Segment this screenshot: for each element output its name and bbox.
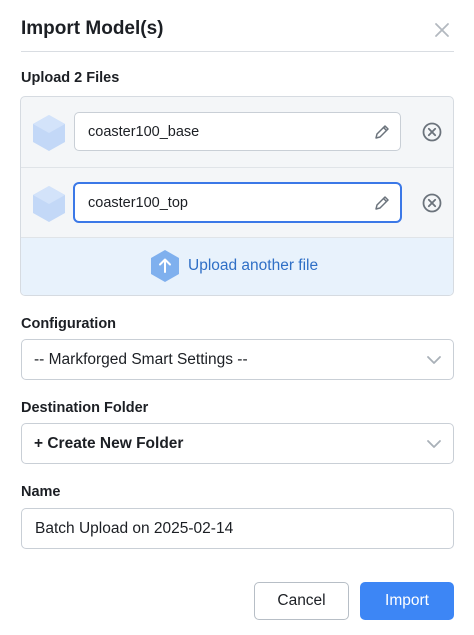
upload-files-label: Upload 2 Files (21, 70, 120, 86)
destination-folder-label: Destination Folder (21, 400, 149, 416)
edit-pencil-icon[interactable] (373, 123, 391, 141)
dialog-title: Import Model(s) (21, 18, 164, 39)
chevron-down-icon (427, 440, 441, 448)
batch-name-input[interactable] (21, 508, 454, 549)
name-label: Name (21, 484, 61, 500)
model-cube-icon (33, 115, 65, 151)
file-list: Upload another file (20, 96, 454, 296)
configuration-select[interactable]: -- Markforged Smart Settings -- (21, 339, 454, 380)
cancel-button[interactable]: Cancel (254, 582, 349, 620)
remove-file-icon[interactable] (421, 121, 443, 143)
import-button[interactable]: Import (360, 582, 454, 620)
chevron-down-icon (427, 356, 441, 364)
destination-folder-value: + Create New Folder (34, 435, 184, 452)
configuration-value: -- Markforged Smart Settings -- (34, 351, 248, 368)
model-cube-icon (33, 186, 65, 222)
upload-another-file-label: Upload another file (188, 257, 319, 274)
upload-arrow-icon (151, 250, 179, 282)
file-name-input[interactable] (74, 183, 401, 222)
configuration-label: Configuration (21, 316, 117, 332)
upload-another-file-button[interactable]: Upload another file (21, 237, 453, 295)
file-name-input[interactable] (74, 112, 401, 151)
close-icon[interactable] (430, 18, 454, 42)
file-row (21, 97, 453, 167)
destination-folder-select[interactable]: + Create New Folder (21, 423, 454, 464)
edit-pencil-icon[interactable] (373, 194, 391, 212)
remove-file-icon[interactable] (421, 192, 443, 214)
file-row (21, 167, 453, 237)
header-divider (21, 51, 454, 52)
